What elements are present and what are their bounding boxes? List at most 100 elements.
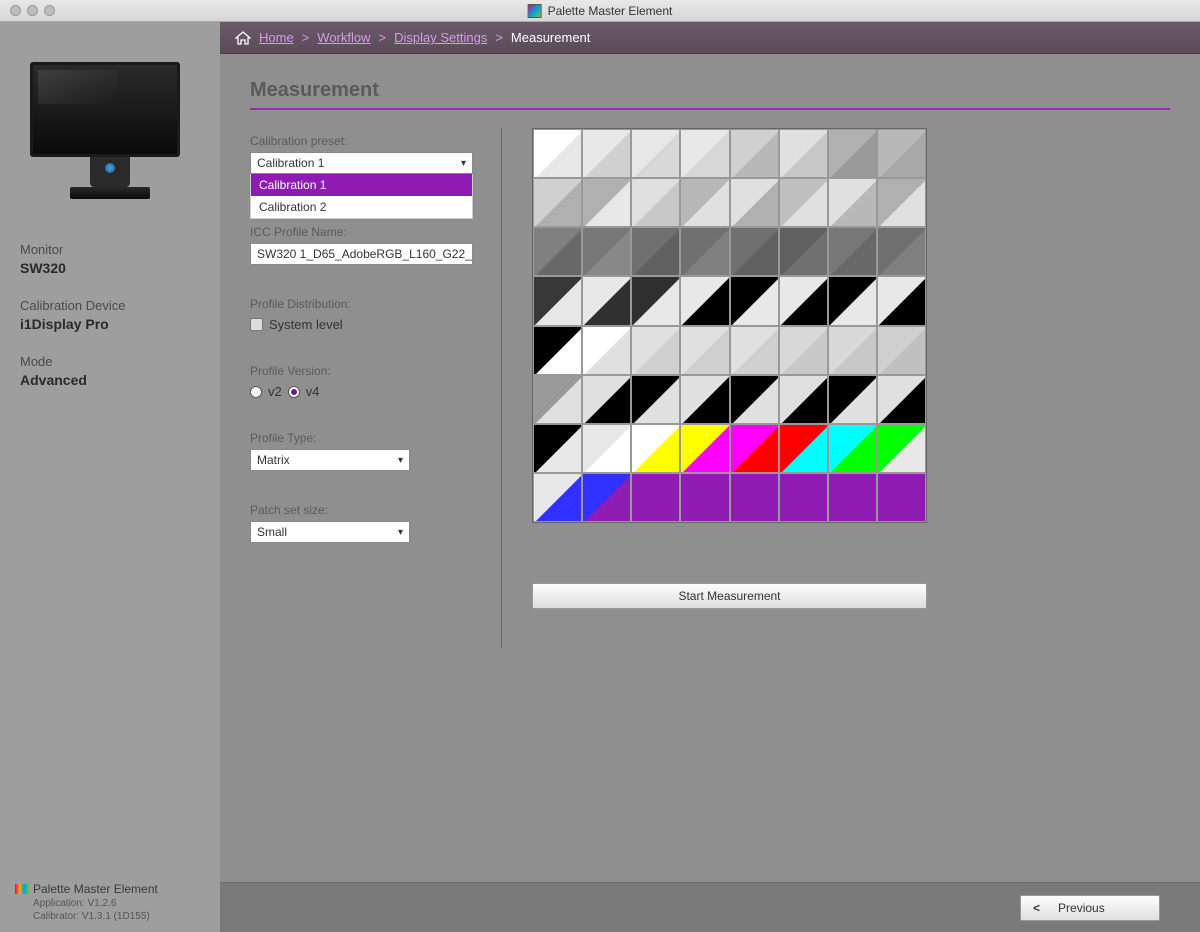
patch-cell <box>779 424 828 473</box>
patch-cell <box>828 276 877 325</box>
preset-option-1[interactable]: Calibration 1 <box>251 174 472 196</box>
patch-cell <box>631 326 680 375</box>
window-title-text: Palette Master Element <box>548 4 673 18</box>
breadcrumb-sep: > <box>379 30 387 45</box>
breadcrumb-display-settings[interactable]: Display Settings <box>394 30 487 45</box>
v4-radio[interactable] <box>288 386 300 398</box>
patch-label: Patch set size: <box>250 503 473 517</box>
preset-option-2[interactable]: Calibration 2 <box>251 196 472 218</box>
patch-cell <box>533 375 582 424</box>
patch-cell <box>582 424 631 473</box>
patch-cell <box>631 129 680 178</box>
zoom-icon[interactable] <box>44 5 55 16</box>
preset-dropdown: Calibration 1 Calibration 2 <box>250 174 473 219</box>
preset-select[interactable]: Calibration 1 ▾ <box>250 152 473 174</box>
version-label: Profile Version: <box>250 364 473 378</box>
patch-cell <box>631 276 680 325</box>
patch-cell <box>631 227 680 276</box>
patch-cell <box>730 326 779 375</box>
app-icon <box>528 4 542 18</box>
patch-cell <box>582 375 631 424</box>
patch-cell <box>730 276 779 325</box>
swatch-icon <box>15 884 29 894</box>
patch-cell <box>533 276 582 325</box>
patch-cell <box>533 129 582 178</box>
footer-calibrator-version: Calibrator: V1.3.1 (1D155) <box>33 911 210 922</box>
v2-radio[interactable] <box>250 386 262 398</box>
patch-size-select[interactable]: Small ▾ <box>250 521 410 543</box>
patch-cell <box>877 424 926 473</box>
patch-cell <box>877 129 926 178</box>
patch-cell <box>730 227 779 276</box>
breadcrumb-home[interactable]: Home <box>259 30 294 45</box>
patch-cell <box>533 178 582 227</box>
system-level-label: System level <box>269 317 343 332</box>
patch-cell <box>779 326 828 375</box>
patch-cell <box>779 178 828 227</box>
title-rule <box>250 108 1170 110</box>
profile-type-value: Matrix <box>257 453 290 467</box>
patch-cell <box>779 375 828 424</box>
mode-label: Mode <box>20 354 200 369</box>
patch-cell <box>533 326 582 375</box>
close-icon[interactable] <box>10 5 21 16</box>
patch-cell <box>582 326 631 375</box>
home-icon[interactable] <box>235 31 251 45</box>
start-measurement-button[interactable]: Start Measurement <box>532 583 927 609</box>
sidebar-footer: Palette Master Element Application: V1.2… <box>15 882 210 922</box>
settings-form: Calibration preset: Calibration 1 ▾ Cali… <box>250 128 502 648</box>
traffic-lights <box>0 5 55 16</box>
dist-label: Profile Distribution: <box>250 297 473 311</box>
patch-cell <box>828 326 877 375</box>
patch-cell <box>680 227 729 276</box>
v2-label: v2 <box>268 384 282 399</box>
footer-bar: < Previous <box>220 882 1200 932</box>
page-title: Measurement <box>250 79 1170 102</box>
patch-cell <box>779 276 828 325</box>
icc-label: ICC Profile Name: <box>250 225 473 239</box>
preset-label: Calibration preset: <box>250 134 473 148</box>
footer-app-version: Application: V1.2.6 <box>33 898 210 909</box>
chevron-down-icon: ▾ <box>398 455 403 466</box>
preset-selected-value: Calibration 1 <box>257 156 324 170</box>
patch-cell <box>779 129 828 178</box>
monitor-info: Monitor SW320 <box>20 242 200 276</box>
breadcrumb-workflow[interactable]: Workflow <box>317 30 370 45</box>
titlebar: Palette Master Element <box>0 0 1200 22</box>
patch-cell <box>680 326 729 375</box>
previous-button[interactable]: < Previous <box>1020 895 1160 921</box>
window-title: Palette Master Element <box>528 4 673 18</box>
patch-cell <box>533 424 582 473</box>
device-value: i1Display Pro <box>20 316 200 332</box>
patch-cell <box>730 424 779 473</box>
profile-type-select[interactable]: Matrix ▾ <box>250 449 410 471</box>
chevron-left-icon: < <box>1033 901 1040 915</box>
breadcrumb-current: Measurement <box>511 30 590 45</box>
patch-cell <box>582 276 631 325</box>
patch-cell <box>582 473 631 522</box>
patch-cell <box>730 129 779 178</box>
patch-cell <box>680 424 729 473</box>
patch-cell <box>779 473 828 522</box>
type-label: Profile Type: <box>250 431 473 445</box>
patch-cell <box>582 129 631 178</box>
patch-size-value: Small <box>257 525 287 539</box>
sidebar: Monitor SW320 Calibration Device i1Displ… <box>0 22 220 932</box>
patch-cell <box>828 129 877 178</box>
patch-cell <box>828 178 877 227</box>
chevron-down-icon: ▾ <box>398 527 403 538</box>
right-panel: Start Measurement <box>532 128 1170 648</box>
icc-name-input[interactable]: SW320 1_D65_AdobeRGB_L160_G22_2018- <box>250 243 473 265</box>
footer-title: Palette Master Element <box>15 882 210 896</box>
breadcrumb-sep: > <box>302 30 310 45</box>
patch-cell <box>533 473 582 522</box>
patch-cell <box>680 129 729 178</box>
patch-cell <box>877 375 926 424</box>
system-level-checkbox[interactable] <box>250 318 263 331</box>
patch-cell <box>730 178 779 227</box>
patch-cell <box>828 473 877 522</box>
minimize-icon[interactable] <box>27 5 38 16</box>
patch-cell <box>828 227 877 276</box>
icc-value: SW320 1_D65_AdobeRGB_L160_G22_2018- <box>257 247 473 261</box>
breadcrumb: Home > Workflow > Display Settings > Mea… <box>220 22 1200 54</box>
